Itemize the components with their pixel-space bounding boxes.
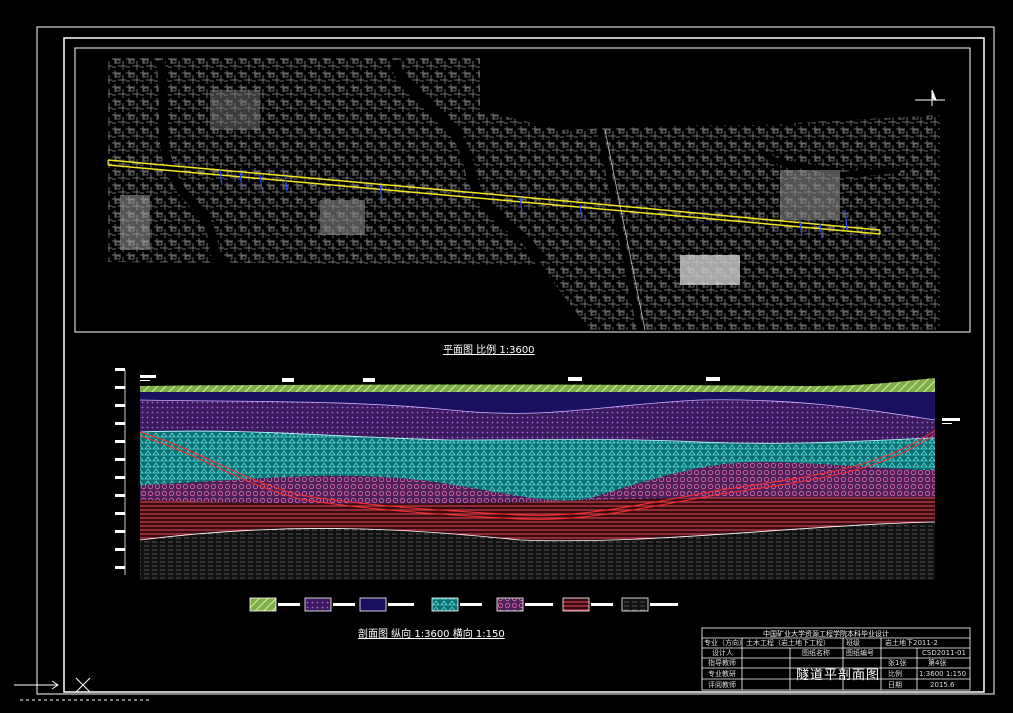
tb-reviewer-label: 评阅教师 (708, 681, 736, 689)
tb-sheet-number: 第4张 (928, 659, 947, 667)
tb-sheet-total: 张1张 (888, 659, 907, 667)
tb-scale-label: 比例 (888, 670, 902, 678)
tb-class-label: 班级 (846, 639, 860, 647)
ucs-icon (14, 677, 150, 701)
plan-map (108, 58, 940, 331)
tb-class-value: 岩土地下2011-2 (885, 639, 938, 647)
tb-dept-label: 专业教研 (708, 670, 736, 678)
elevation-axis (115, 368, 126, 575)
tb-advisor-label: 指导教师 (708, 659, 736, 667)
north-arrow-icon (915, 89, 945, 106)
drawing-title: 隧道平剖面图 (796, 668, 881, 683)
cad-drawing (14, 26, 995, 701)
tb-drawing-name-label: 图纸名称 (802, 649, 830, 657)
tb-date-label: 日期 (888, 681, 902, 689)
tb-drawing-no-value: CSD2011-01 (922, 649, 966, 657)
tb-major-label: 专业（方向） (704, 639, 746, 647)
tb-date-value: 2015.6 (930, 681, 955, 689)
legend (249, 597, 678, 612)
tb-drawing-no-label: 图纸编号 (846, 649, 874, 657)
tb-major-value: 土木工程（岩土地下工程） (746, 639, 830, 647)
tb-designer-label: 设计人 (712, 649, 733, 657)
profile-caption: 剖面图 纵向 1:3600 横向 1:150 (358, 629, 505, 640)
tb-scale-value: 1:3600 1:150 (919, 670, 967, 678)
plan-caption: 平面图 比例 1:3600 (443, 345, 535, 356)
geological-profile (139, 378, 936, 580)
